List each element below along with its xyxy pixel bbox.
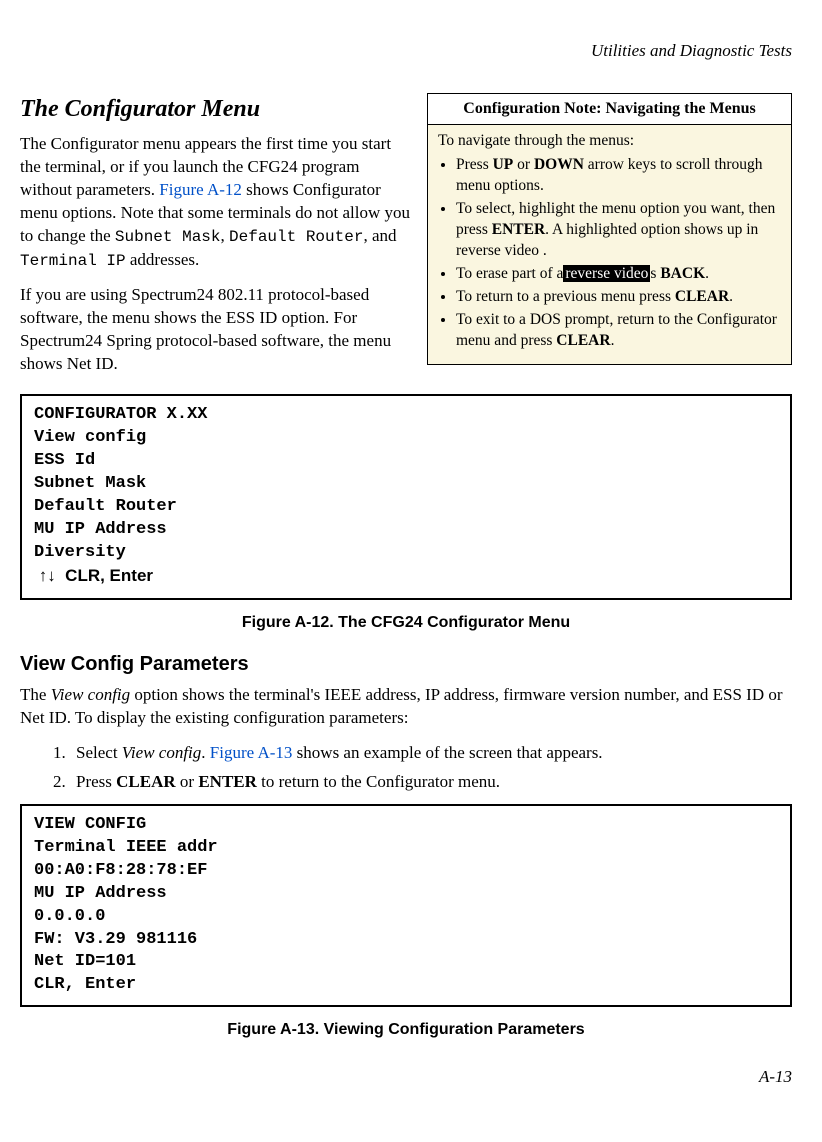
t: To erase part of a (456, 265, 563, 282)
intro-text: addresses. (126, 250, 200, 269)
steps-list: Select View config. Figure A-13 shows an… (20, 742, 792, 794)
figure-caption-a13: Figure A-13. Viewing Configuration Param… (20, 1019, 792, 1041)
t: . (611, 332, 615, 349)
left-column: The Configurator Menu The Configurator m… (20, 93, 415, 388)
t: Select (76, 743, 122, 762)
config-note-box: Configuration Note: Navigating the Menus… (427, 93, 792, 365)
intro-paragraph-1: The Configurator menu appears the first … (20, 133, 415, 272)
view-config-italic: View config (122, 743, 201, 762)
clear-key: CLEAR (116, 772, 176, 791)
t: shows an example of the screen that appe… (292, 743, 602, 762)
page-number: A-13 (20, 1066, 792, 1089)
figure-caption-a12: Figure A-12. The CFG24 Configurator Menu (20, 612, 792, 634)
comma: , (221, 226, 230, 245)
note-item-3: To erase part of areverse videos BACK. (456, 264, 781, 285)
mono-subnet: Subnet Mask (115, 228, 221, 246)
step-2: Press CLEAR or ENTER to return to the Co… (70, 771, 792, 794)
note-title: Configuration Note: Navigating the Menus (428, 94, 791, 125)
note-list: Press UP or DOWN arrow keys to scroll th… (438, 155, 781, 351)
view-config-paragraph: The View config option shows the termina… (20, 684, 792, 730)
t: or (176, 772, 199, 791)
enter-key: ENTER (198, 772, 257, 791)
figure-link-a13[interactable]: Figure A-13 (210, 743, 293, 762)
note-body: To navigate through the menus: Press UP … (428, 125, 791, 364)
t: To return to a previous menu press (456, 288, 675, 305)
up-key: UP (493, 156, 514, 173)
configurator-screen: CONFIGURATOR X.XX View config ESS Id Sub… (20, 394, 792, 600)
running-header: Utilities and Diagnostic Tests (20, 40, 792, 63)
reverse-video-text: reverse video (563, 265, 650, 282)
subsection-title: View Config Parameters (20, 651, 792, 678)
t: Press (76, 772, 116, 791)
arrow-icons: ↑↓ CLR, Enter (34, 566, 153, 585)
t: or (513, 156, 534, 173)
right-column: Configuration Note: Navigating the Menus… (427, 93, 792, 365)
t: To exit to a DOS prompt, return to the C… (456, 311, 777, 349)
note-item-1: Press UP or DOWN arrow keys to scroll th… (456, 155, 781, 197)
clear-key: CLEAR (675, 288, 729, 305)
intro-paragraph-2: If you are using Spectrum24 802.11 proto… (20, 284, 415, 376)
t: . (729, 288, 733, 305)
figure-link-a12[interactable]: Figure A-12 (159, 180, 242, 199)
t: . (201, 743, 210, 762)
note-item-2: To select, highlight the menu option you… (456, 199, 781, 262)
down-key: DOWN (534, 156, 584, 173)
view-config-screen: VIEW CONFIG Terminal IEEE addr 00:A0:F8:… (20, 804, 792, 1008)
mono-router: Default Router (229, 228, 363, 246)
step-1: Select View config. Figure A-13 shows an… (70, 742, 792, 765)
back-key: BACK (660, 265, 705, 282)
screen-text: CONFIGURATOR X.XX View config ESS Id Sub… (34, 405, 207, 562)
mono-terminal-ip: Terminal IP (20, 252, 126, 270)
enter-key: ENTER (492, 221, 545, 238)
comma-and: , and (363, 226, 396, 245)
view-config-italic: View config (51, 685, 130, 704)
two-column-layout: The Configurator Menu The Configurator m… (20, 93, 792, 388)
t: to return to the Configurator menu. (257, 772, 500, 791)
note-item-5: To exit to a DOS prompt, return to the C… (456, 310, 781, 352)
note-intro: To navigate through the menus: (438, 131, 781, 152)
t: s (650, 265, 660, 282)
t: Press (456, 156, 493, 173)
section-title: The Configurator Menu (20, 93, 415, 125)
t: . (705, 265, 709, 282)
clear-key: CLEAR (556, 332, 610, 349)
note-item-4: To return to a previous menu press CLEAR… (456, 287, 781, 308)
